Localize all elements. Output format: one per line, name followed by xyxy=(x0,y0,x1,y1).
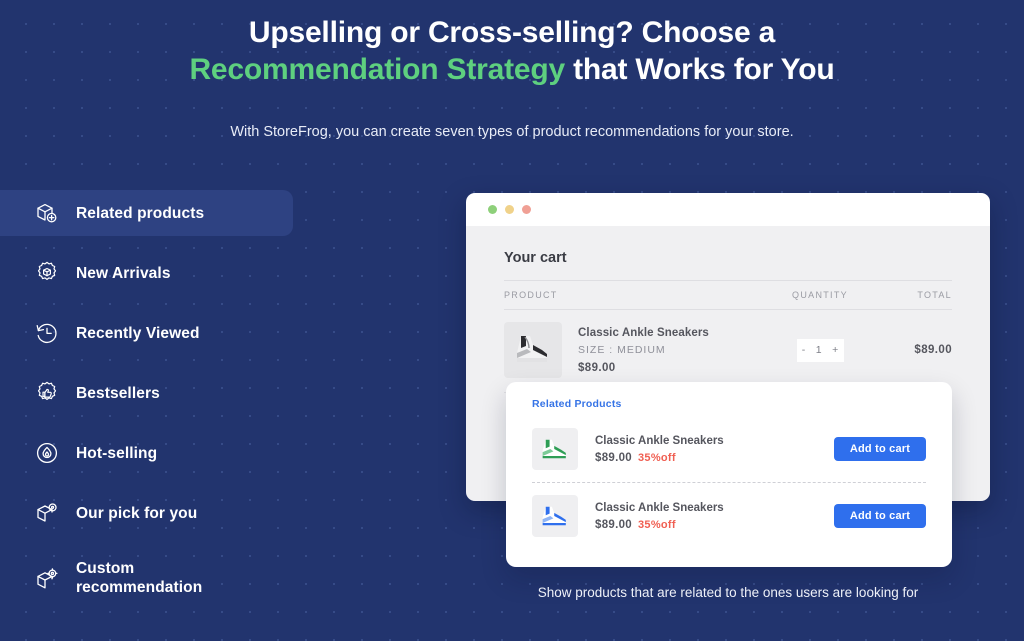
product-name: Classic Ankle Sneakers xyxy=(595,501,724,514)
product-thumbnail xyxy=(532,495,578,537)
sidebar-item-recently-viewed[interactable]: Recently Viewed xyxy=(0,310,293,356)
product-price-line: $89.00 35%off xyxy=(595,447,834,464)
quantity-increase-button[interactable]: + xyxy=(832,344,838,356)
box-gear-icon xyxy=(32,563,62,593)
add-to-cart-button[interactable]: Add to cart xyxy=(834,504,926,528)
product-info: Classic Ankle Sneakers SIZE : MEDIUM $89… xyxy=(562,327,760,374)
sidebar-item-label: Custom recommendation xyxy=(76,560,203,596)
content-area: Related products New Arrivals Recently V… xyxy=(0,190,1024,641)
sidebar-item-custom-recommendation[interactable]: Custom recommendation xyxy=(0,550,293,606)
headline-text-2: that Works for You xyxy=(564,53,835,86)
feature-caption: Show products that are related to the on… xyxy=(537,585,919,600)
product-info: Classic Ankle Sneakers $89.00 35%off xyxy=(578,435,834,464)
badge-thumbs-up-icon xyxy=(32,378,62,408)
list-item: Classic Ankle Sneakers $89.00 35%off Add … xyxy=(532,416,926,482)
badge-cube-icon xyxy=(32,258,62,288)
flame-circle-icon xyxy=(32,438,62,468)
cart-title: Your cart xyxy=(504,250,567,266)
sidebar-item-our-pick-for-you[interactable]: Our pick for you xyxy=(0,490,293,536)
window-dot-green-icon xyxy=(488,205,497,214)
product-info: Classic Ankle Sneakers $89.00 35%off xyxy=(578,502,834,531)
sidebar-item-label: Recently Viewed xyxy=(76,324,200,342)
product-size: SIZE : MEDIUM xyxy=(578,343,666,356)
add-to-cart-button[interactable]: Add to cart xyxy=(834,437,926,461)
product-thumbnail xyxy=(532,428,578,470)
product-price-line: $89.00 35%off xyxy=(595,514,834,531)
discount-badge: 35%off xyxy=(637,451,676,464)
page-subtitle: With StoreFrog, you can create seven typ… xyxy=(230,124,794,140)
headline-text-1: Upselling or Cross-selling? Choose a xyxy=(248,16,776,49)
box-plus-icon xyxy=(32,198,62,228)
sidebar-item-hot-selling[interactable]: Hot-selling xyxy=(0,430,293,476)
related-products-title: Related Products xyxy=(532,398,622,410)
sidebar-item-label: Related products xyxy=(76,204,205,222)
discount-badge: 35%off xyxy=(637,518,676,531)
sidebar-item-related-products[interactable]: Related products xyxy=(0,190,293,236)
product-thumbnail xyxy=(504,322,562,378)
quantity-stepper[interactable]: - 1 + xyxy=(796,338,844,362)
window-dot-red-icon xyxy=(522,205,531,214)
sidebar-item-bestsellers[interactable]: Bestsellers xyxy=(0,370,293,416)
sidebar-item-label: Bestsellers xyxy=(76,384,160,402)
sneaker-green-icon xyxy=(542,439,566,459)
column-header-product: PRODUCT xyxy=(504,290,558,300)
product-name: Classic Ankle Sneakers xyxy=(595,434,724,447)
sidebar-item-label: Our pick for you xyxy=(76,504,198,522)
product-price: $89.00 xyxy=(595,518,632,531)
product-price: $89.00 xyxy=(578,361,616,374)
page-header: Upselling or Cross-selling? Choose a Rec… xyxy=(0,0,1024,140)
sidebar-item-new-arrivals[interactable]: New Arrivals xyxy=(0,250,293,296)
product-name: Classic Ankle Sneakers xyxy=(578,326,709,339)
product-price: $89.00 xyxy=(595,451,632,464)
window-dot-yellow-icon xyxy=(505,205,514,214)
sidebar-item-label: Hot-selling xyxy=(76,444,158,462)
page-root: Upselling or Cross-selling? Choose a Rec… xyxy=(0,0,1024,641)
sidebar-item-label: New Arrivals xyxy=(76,264,171,282)
box-target-icon xyxy=(32,498,62,528)
row-total: $89.00 xyxy=(914,344,952,356)
column-header-quantity: QUANTITY xyxy=(792,290,848,300)
cart-table-header: PRODUCT QUANTITY TOTAL xyxy=(504,280,952,310)
clock-rewind-icon xyxy=(32,318,62,348)
quantity-cell: - 1 + xyxy=(760,338,880,362)
related-products-card: Related Products Classic Ankle Sneakers … xyxy=(506,382,952,567)
sneaker-blue-icon xyxy=(542,506,566,526)
headline-highlight: Recommendation Strategy xyxy=(189,53,565,86)
window-titlebar xyxy=(466,193,990,226)
page-title: Upselling or Cross-selling? Choose a Rec… xyxy=(0,14,1024,88)
quantity-value: 1 xyxy=(815,344,822,356)
strategy-sidebar: Related products New Arrivals Recently V… xyxy=(0,190,293,620)
quantity-decrease-button[interactable]: - xyxy=(802,344,806,356)
sneaker-black-white-icon xyxy=(517,336,547,362)
list-item: Classic Ankle Sneakers $89.00 35%off Add … xyxy=(532,482,926,549)
column-header-total: TOTAL xyxy=(917,290,952,300)
table-row: Classic Ankle Sneakers SIZE : MEDIUM $89… xyxy=(504,310,952,393)
